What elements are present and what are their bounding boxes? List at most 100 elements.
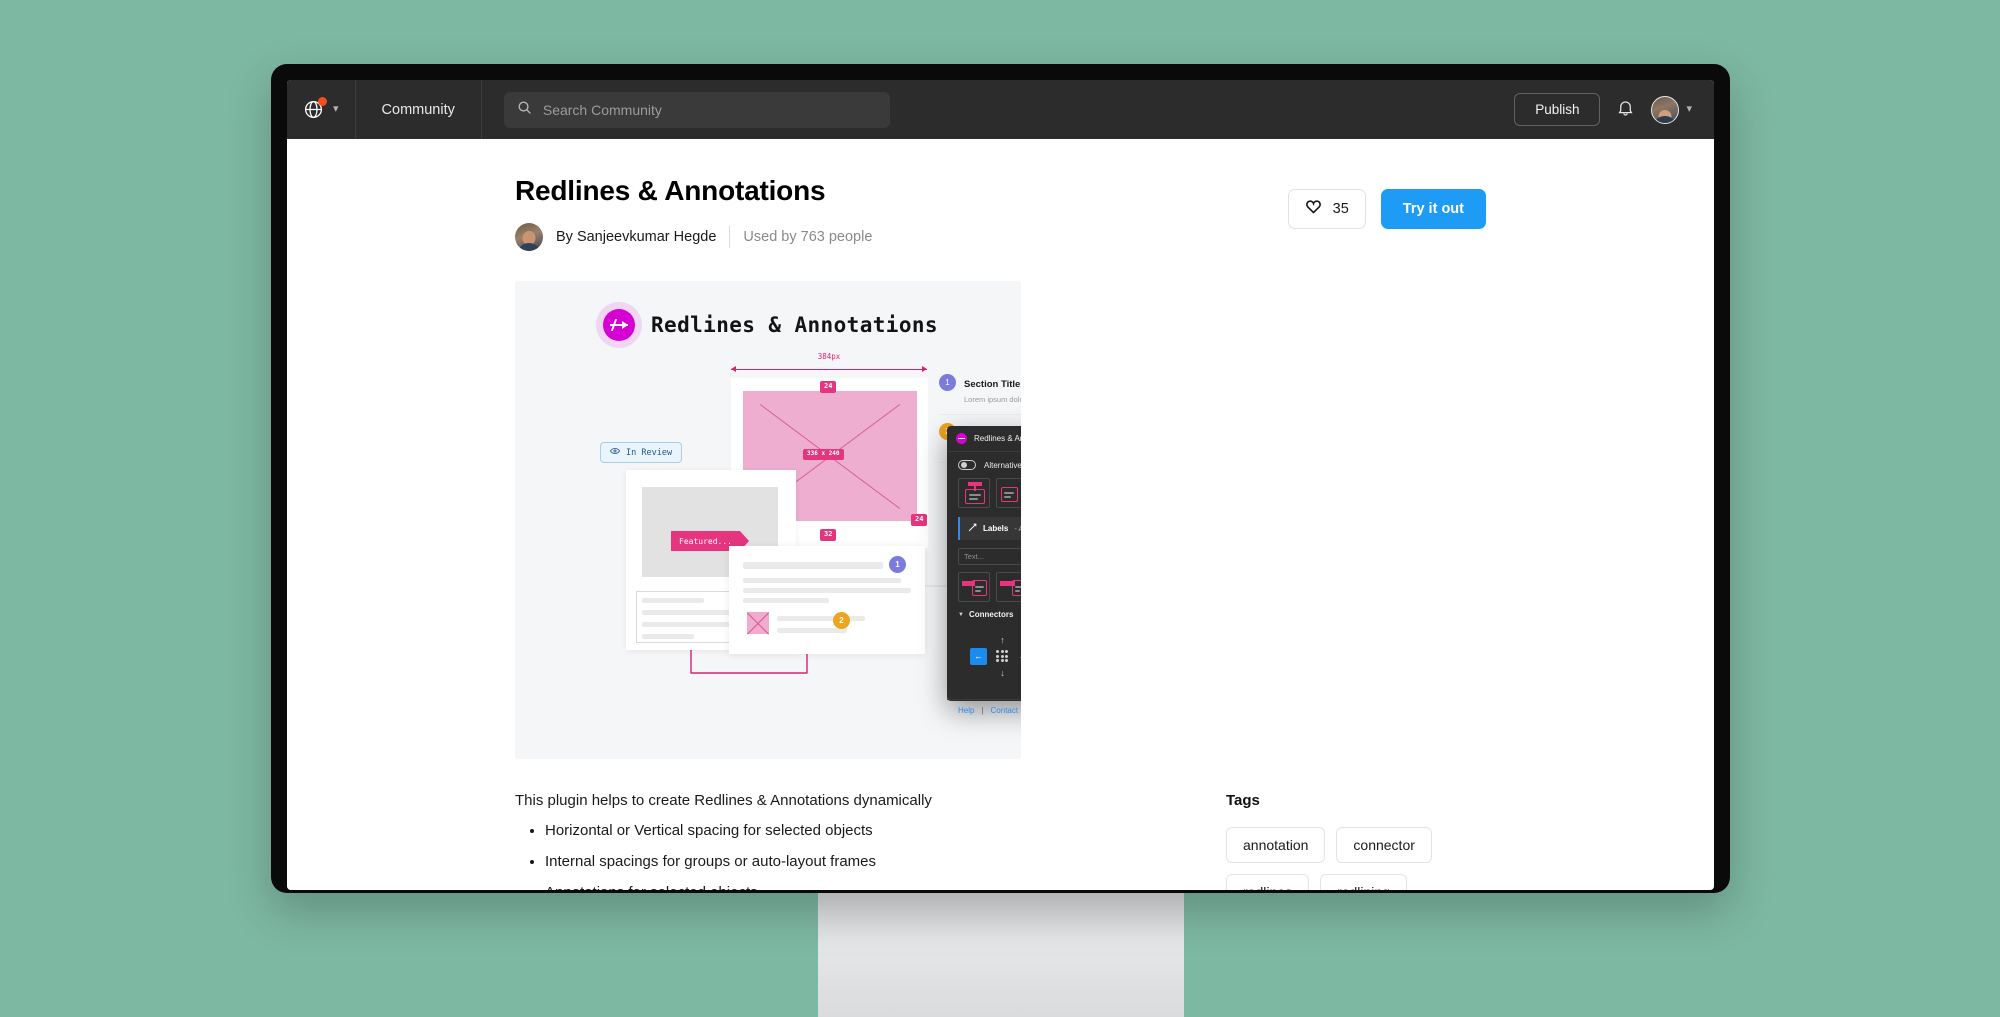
header-row: Redlines & Annotations By Sanjeevkumar H… — [515, 175, 1486, 251]
annotated-thumb — [747, 612, 769, 635]
action-desc: - Add labels to sel — [1014, 524, 1021, 533]
author-avatar — [515, 223, 543, 251]
plugin-logo-icon — [956, 433, 967, 444]
plugin-preview-image[interactable]: Redlines & Annotations 384px 24 32 24 33… — [515, 281, 1021, 759]
like-button[interactable]: 35 — [1287, 189, 1366, 229]
connector-controls: ← ↑ ↓ → ← ↑ — [947, 625, 1021, 687]
status-badge: In Review — [600, 442, 683, 463]
panel-header: Redlines & Annotations — [947, 426, 1021, 452]
used-by-count: Used by 763 people — [743, 229, 873, 245]
connector-left-button[interactable]: ← — [969, 647, 987, 665]
notification-dot — [318, 97, 327, 106]
anchor-grid[interactable] — [994, 648, 1011, 665]
size-chip: 336 x 240 — [803, 449, 844, 460]
user-menu[interactable]: ▾ — [1651, 95, 1692, 124]
description-bullets: Horizontal or Vertical spacing for selec… — [545, 822, 1226, 890]
section-label: Connectors — [968, 610, 1014, 619]
caret-icon: ▼ — [958, 611, 964, 618]
header-left: Redlines & Annotations By Sanjeevkumar H… — [515, 175, 872, 251]
list-item: Annotations for selected objects — [545, 884, 1226, 890]
search-placeholder: Search Community — [542, 101, 662, 118]
tag-connector[interactable]: connector — [1336, 827, 1432, 863]
top-navigation-bar: ▾ Community Search Community Publish ▾ — [287, 80, 1714, 139]
section-connectors-header[interactable]: ▼ Connectors — [947, 602, 1021, 625]
spacing-chip-bottom: 32 — [820, 529, 837, 541]
description-lead: This plugin helps to create Redlines & A… — [515, 792, 932, 809]
help-link[interactable]: Help — [958, 706, 974, 715]
list-item: 1 Section Title Lorem ipsum dolo amet... — [939, 366, 1021, 414]
annotation-badge-2: 2 — [833, 612, 850, 629]
style-tile-1[interactable] — [958, 478, 990, 508]
page-title: Redlines & Annotations — [515, 175, 826, 206]
description-column: This plugin helps to create Redlines & A… — [515, 792, 1226, 890]
action-name: Labels — [983, 524, 1009, 533]
globe-icon — [303, 97, 327, 120]
tag-redlining[interactable]: redlining — [1320, 874, 1407, 890]
toggle-switch[interactable] — [958, 460, 976, 470]
like-count: 35 — [1332, 201, 1349, 217]
avatar — [1651, 95, 1680, 124]
spacing-chip-top: 24 — [820, 381, 837, 393]
style-tile-2[interactable] — [996, 478, 1021, 508]
monitor-bezel: ▾ Community Search Community Publish ▾ R… — [271, 64, 1730, 893]
section-title: Section Title — [964, 379, 1021, 390]
panel-title: Redlines & Annotations — [974, 434, 1021, 443]
footer-divider: | — [981, 706, 984, 715]
author-name[interactable]: By Sanjeevkumar Hegde — [556, 229, 716, 245]
labels-action[interactable]: Labels - Add labels to sel — [958, 517, 1021, 540]
browser-screen: ▾ Community Search Community Publish ▾ R… — [287, 80, 1714, 890]
arrow-down-icon[interactable]: ↓ — [1000, 668, 1005, 678]
toggle-label: Alternative Style — [984, 460, 1021, 470]
list-item: Internal spacings for groups or auto-lay… — [545, 853, 1226, 870]
section-text: Section Title Lorem ipsum dolo amet... — [964, 374, 1021, 406]
nav-community-label: Community — [381, 101, 455, 118]
heart-icon — [1305, 198, 1322, 220]
header-actions: 35 Try it out — [1287, 175, 1486, 229]
arrow-right-icon[interactable]: → — [1018, 651, 1021, 661]
page-body: Redlines & Annotations By Sanjeevkumar H… — [287, 139, 1714, 890]
tags-list: annotation connector redlines redlining — [1226, 827, 1486, 890]
page-content: Redlines & Annotations By Sanjeevkumar H… — [287, 175, 1714, 759]
tags-title: Tags — [1226, 792, 1260, 809]
hero-header: Redlines & Annotations — [515, 281, 1021, 341]
label-tile-1[interactable] — [958, 572, 990, 602]
section-sub: Lorem ipsum dolo amet... — [964, 395, 1021, 404]
dimension-label: 384px — [817, 352, 841, 361]
alternative-style-toggle[interactable]: Alternative Style — [947, 452, 1021, 474]
connector-anchor-1: ↑ ↓ — [994, 635, 1011, 678]
preview-card-right: 1 2 — [729, 546, 925, 654]
lower-section: This plugin helps to create Redlines & A… — [287, 759, 1714, 890]
contact-link[interactable]: Contact — [991, 706, 1019, 715]
annotation-badge-1: 1 — [889, 556, 906, 573]
status-badge-label: In Review — [626, 447, 673, 458]
bell-icon[interactable] — [1616, 98, 1635, 122]
plugin-logo-icon — [603, 309, 635, 341]
dimension-line — [731, 366, 927, 372]
tags-column: Tags annotation connector redlines redli… — [1226, 792, 1486, 890]
dimension-top: 384px — [731, 352, 927, 376]
section-badge: 1 — [939, 374, 956, 391]
chevron-down-icon: ▾ — [333, 103, 339, 115]
tag-annotation[interactable]: annotation — [1226, 827, 1326, 863]
label-tile-2[interactable] — [996, 572, 1021, 602]
label-text-input[interactable]: Text... — [958, 548, 1021, 565]
nav-right-group: Publish ▾ — [1514, 93, 1714, 126]
spacing-chip-right: 24 — [911, 514, 928, 526]
panel-footer: Help | Contact — [947, 699, 1021, 721]
pen-icon — [968, 523, 977, 534]
meta-divider — [729, 226, 731, 248]
try-it-out-button[interactable]: Try it out — [1380, 189, 1486, 229]
nav-item-community[interactable]: Community — [356, 80, 482, 139]
list-item: Horizontal or Vertical spacing for selec… — [545, 822, 1226, 839]
monitor-stand — [818, 880, 1184, 1017]
tag-redlines[interactable]: redlines — [1226, 874, 1310, 890]
eye-icon — [609, 447, 621, 458]
search-input[interactable]: Search Community — [503, 91, 890, 128]
arrow-up-icon[interactable]: ↑ — [1000, 635, 1005, 645]
search-icon — [517, 100, 532, 120]
hero-title: Redlines & Annotations — [651, 313, 938, 337]
plugin-panel-front[interactable]: Redlines & Annotations Alternative Style — [947, 426, 1021, 715]
workspace-switcher[interactable]: ▾ — [287, 80, 356, 139]
input-placeholder: Text... — [964, 552, 985, 561]
publish-button[interactable]: Publish — [1514, 93, 1601, 126]
